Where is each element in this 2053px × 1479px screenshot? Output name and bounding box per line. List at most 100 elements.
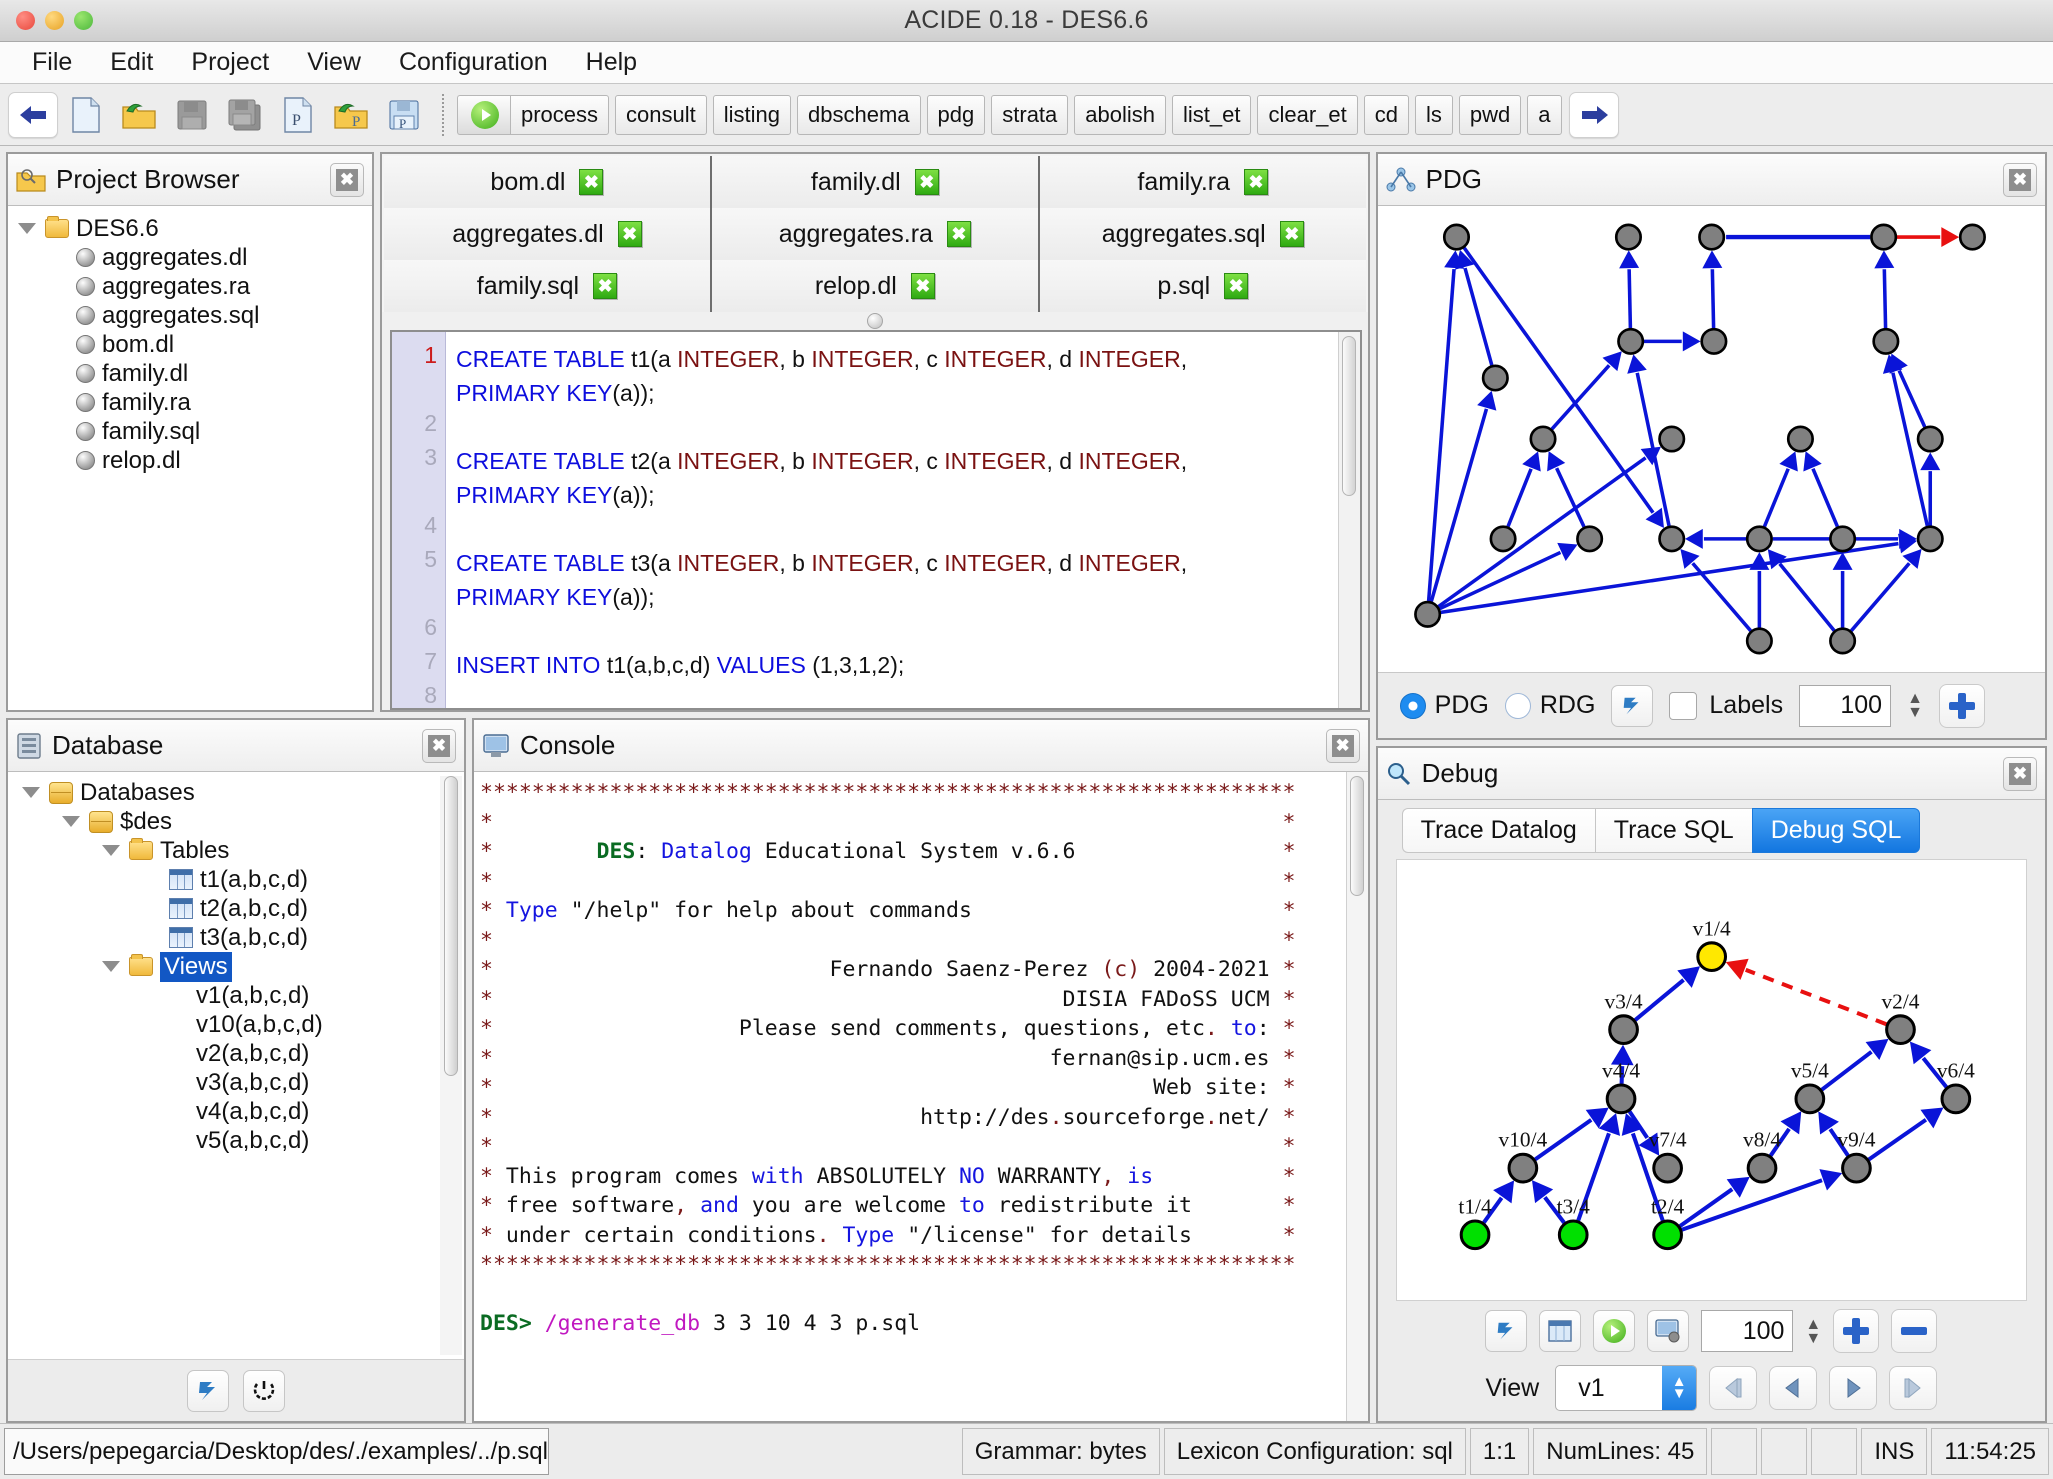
- list-item[interactable]: aggregates.sql: [12, 301, 368, 330]
- debug-zoom-input[interactable]: 100: [1701, 1310, 1794, 1352]
- radio-rdg[interactable]: RDG: [1504, 691, 1595, 720]
- radio-dot-icon[interactable]: [1504, 692, 1531, 719]
- cmd-process[interactable]: process: [510, 94, 610, 135]
- graph-node[interactable]: [1607, 1014, 1639, 1046]
- tab-family-sql[interactable]: family.sql ✖: [384, 260, 712, 312]
- tab-debug-sql[interactable]: Debug SQL: [1751, 808, 1921, 853]
- list-item[interactable]: bom.dl: [12, 330, 368, 359]
- list-item[interactable]: Tables: [12, 836, 460, 865]
- list-item[interactable]: relop.dl: [12, 446, 368, 475]
- list-item[interactable]: t2(a,b,c,d): [12, 894, 460, 923]
- code-editor[interactable]: 1 2 3 4 5 6 7 8 CREATE TABLE t1(a INTEGE…: [390, 330, 1362, 710]
- cmd-a[interactable]: a: [1527, 94, 1562, 135]
- menu-configuration[interactable]: Configuration: [383, 46, 564, 79]
- graph-node[interactable]: [1828, 627, 1856, 655]
- tab-trace-datalog[interactable]: Trace Datalog: [1401, 808, 1595, 853]
- spinner-down-icon[interactable]: ▼: [1907, 705, 1923, 721]
- graph-node[interactable]: [1413, 600, 1441, 628]
- project-browser-close-icon[interactable]: ✖: [330, 162, 364, 197]
- list-item[interactable]: Views: [12, 951, 460, 982]
- power-icon[interactable]: [243, 1369, 285, 1412]
- tab-close-icon[interactable]: ✖: [910, 273, 935, 299]
- tab-close-icon[interactable]: ✖: [1279, 221, 1304, 247]
- labels-checkbox[interactable]: Labels: [1669, 691, 1783, 720]
- cmd-clear-et[interactable]: clear_et: [1257, 94, 1358, 135]
- pdg-zoom-in-button[interactable]: [1938, 683, 1985, 728]
- cmd-list-et[interactable]: list_et: [1172, 94, 1252, 135]
- open-project-icon[interactable]: P: [326, 92, 376, 138]
- chevron-down-icon[interactable]: [62, 816, 80, 827]
- nav-prev-button[interactable]: [1769, 1366, 1818, 1410]
- graph-node[interactable]: [1940, 1083, 1971, 1115]
- debug-zoom-out-button[interactable]: [1891, 1309, 1938, 1353]
- tab-close-icon[interactable]: ✖: [593, 273, 618, 299]
- debug-play-icon[interactable]: [1593, 1310, 1636, 1352]
- debug-close-icon[interactable]: ✖: [2003, 756, 2037, 791]
- graph-node[interactable]: [1697, 223, 1725, 251]
- graph-node[interactable]: [1700, 327, 1728, 355]
- database-close-icon[interactable]: ✖: [422, 728, 456, 763]
- run-process-icon[interactable]: [457, 94, 511, 135]
- debug-zoom-spinner[interactable]: ▲ ▼: [1805, 1316, 1821, 1346]
- save-all-icon[interactable]: [220, 92, 270, 138]
- graph-node[interactable]: [1605, 1083, 1637, 1115]
- scrollbar-thumb[interactable]: [1342, 336, 1357, 496]
- menu-help[interactable]: Help: [570, 46, 653, 79]
- menu-view[interactable]: View: [291, 46, 377, 79]
- tab-aggregates-sql[interactable]: aggregates.sql ✖: [1039, 208, 1366, 260]
- graph-node[interactable]: [1575, 525, 1603, 553]
- list-item[interactable]: family.ra: [12, 388, 368, 417]
- graph-node[interactable]: [1481, 364, 1509, 392]
- tab-close-icon[interactable]: ✖: [579, 169, 604, 195]
- nav-last-button[interactable]: [1889, 1366, 1938, 1410]
- refresh-icon[interactable]: [187, 1369, 229, 1412]
- graph-node[interactable]: [1614, 223, 1642, 251]
- debug-graph-canvas[interactable]: v1/4 v3/4 v2/4 v4/4 v5/4 v6/4 v10/4 v7/4 v8/4 v9/…: [1395, 859, 2027, 1301]
- cmd-pdg[interactable]: pdg: [926, 94, 986, 135]
- cmd-abolish[interactable]: abolish: [1074, 94, 1166, 135]
- graph-node[interactable]: [1916, 525, 1944, 553]
- graph-node[interactable]: [1442, 223, 1470, 251]
- back-arrow-icon[interactable]: [8, 91, 58, 138]
- tree-root-node[interactable]: DES6.6: [12, 214, 368, 243]
- pdg-zoom-input[interactable]: 100: [1799, 684, 1892, 727]
- database-scrollbar[interactable]: [440, 776, 462, 1355]
- list-item[interactable]: v5(a,b,c,d): [12, 1126, 460, 1155]
- tab-family-dl[interactable]: family.dl ✖: [711, 156, 1040, 208]
- new-project-icon[interactable]: P: [273, 92, 323, 138]
- graph-node[interactable]: [1840, 1152, 1872, 1184]
- graph-node[interactable]: [1489, 525, 1517, 553]
- list-item[interactable]: v10(a,b,c,d): [12, 1010, 460, 1039]
- debug-settings-icon[interactable]: [1647, 1310, 1690, 1352]
- graph-node[interactable]: [1869, 223, 1897, 251]
- view-select[interactable]: v1 ▲ ▼: [1555, 1365, 1698, 1411]
- tab-relop-dl[interactable]: relop.dl ✖: [711, 260, 1040, 312]
- code-text[interactable]: CREATE TABLE t1(a INTEGER, b INTEGER, c …: [446, 332, 1338, 708]
- graph-node[interactable]: [1786, 425, 1814, 453]
- chevron-down-icon[interactable]: [102, 845, 120, 856]
- list-item[interactable]: v4(a,b,c,d): [12, 1097, 460, 1126]
- pdg-refresh-icon[interactable]: [1611, 684, 1654, 727]
- nav-next-button[interactable]: [1829, 1366, 1878, 1410]
- save-icon[interactable]: [167, 92, 217, 138]
- graph-node[interactable]: [1916, 425, 1944, 453]
- graph-node[interactable]: [1557, 1219, 1589, 1251]
- menu-file[interactable]: File: [16, 46, 88, 79]
- tab-close-icon[interactable]: ✖: [1244, 169, 1269, 195]
- spinner-up-icon[interactable]: ▲: [1805, 1316, 1821, 1332]
- cmd-dbschema[interactable]: dbschema: [797, 94, 921, 135]
- graph-node[interactable]: [1529, 425, 1557, 453]
- debug-table-icon[interactable]: [1539, 1310, 1582, 1352]
- graph-node[interactable]: [1695, 941, 1727, 973]
- tab-trace-sql[interactable]: Trace SQL: [1594, 808, 1752, 853]
- pdg-graph-canvas[interactable]: [1377, 206, 2045, 672]
- open-folder-icon[interactable]: [114, 92, 164, 138]
- list-item[interactable]: $des: [12, 807, 460, 836]
- chevron-updown-icon[interactable]: ▲ ▼: [1662, 1366, 1697, 1410]
- tab-close-icon[interactable]: ✖: [946, 221, 971, 247]
- list-item[interactable]: family.dl: [12, 359, 368, 388]
- tab-close-icon[interactable]: ✖: [617, 221, 642, 247]
- radio-dot-icon[interactable]: [1399, 692, 1426, 719]
- list-item[interactable]: Databases: [12, 778, 460, 807]
- console-close-icon[interactable]: ✖: [1325, 728, 1360, 763]
